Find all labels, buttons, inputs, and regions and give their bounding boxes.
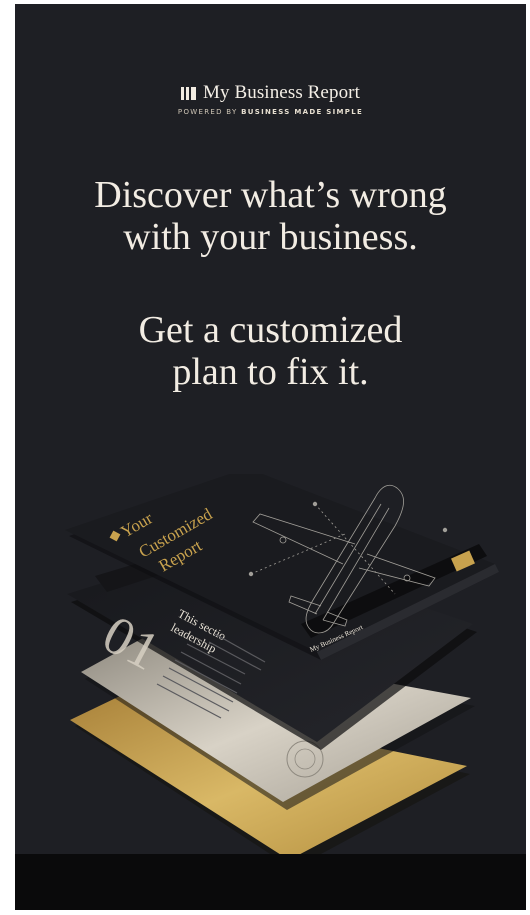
logo-title: My Business Report — [203, 82, 360, 103]
headline-solution: Get a customized plan to fix it. — [138, 309, 403, 393]
logo-tagline: POWERED BY BUSINESS MADE SIMPLE — [177, 108, 364, 116]
promo-screen: My Business Report POWERED BY BUSINESS M… — [15, 4, 526, 910]
bottom-bar — [15, 854, 526, 910]
brand-logo: My Business Report POWERED BY BUSINESS M… — [15, 82, 526, 116]
report-illustration: 01 This sectio leadership My Business Re… — [15, 474, 526, 894]
book-logo-icon — [181, 86, 196, 100]
headline-problem: Discover what’s wrong with your business… — [94, 174, 447, 258]
